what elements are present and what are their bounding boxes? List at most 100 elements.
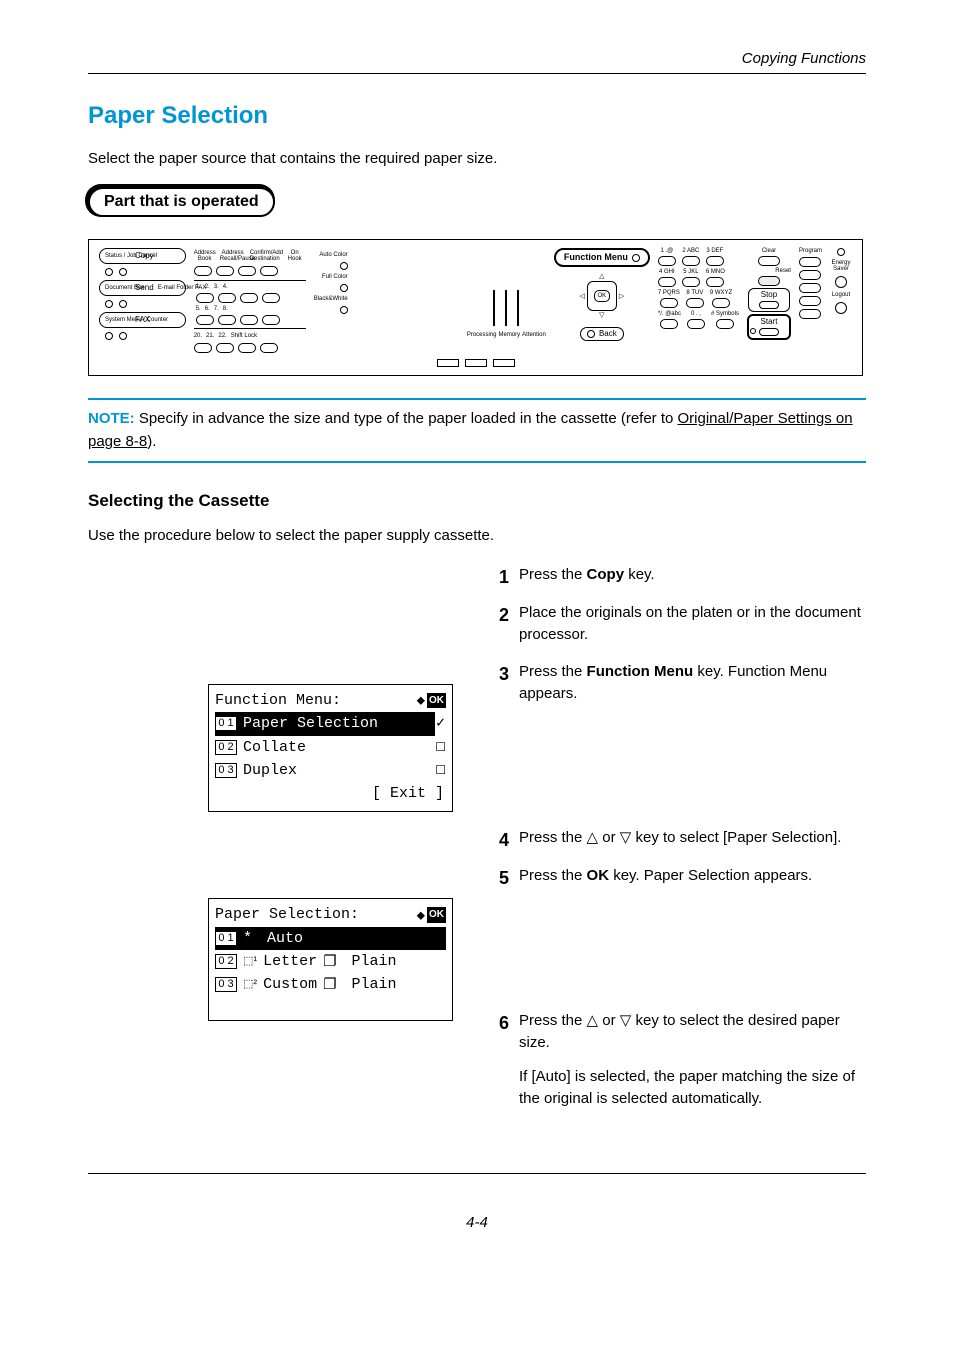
send-sub-label: E-mail Folder FAX (158, 285, 180, 291)
down-triangle-icon: ▽ (620, 829, 632, 846)
logout-icon (835, 302, 847, 314)
func-menu-label: Function Menu (564, 253, 628, 262)
bw-label: Black&White (314, 296, 348, 302)
cassette1-icon: ⬚¹ (243, 953, 257, 970)
note-label: NOTE: (88, 410, 135, 427)
status-cancel-box: Status / Job Cancel Copy (99, 248, 186, 264)
control-panel-illustration: Status / Job Cancel Copy Document Box Se… (88, 239, 863, 376)
note-text-b: ). (147, 433, 156, 450)
running-head: Copying Functions (88, 50, 866, 67)
step-4: Press the △ or ▽ key to select [Paper Se… (483, 827, 866, 849)
sysmenu-label: System Menu / Counter (105, 317, 131, 323)
lcd1-item2: Collate (243, 736, 429, 759)
lcd2-num1: 0 1 (215, 931, 237, 946)
addr-recall-label: Address Recall/Pause (220, 250, 246, 262)
paper-icon: ❐ (323, 973, 336, 996)
led-icon (119, 332, 127, 340)
step-2: Place the originals on the platen or in … (483, 602, 866, 646)
confirm-label: Confirm/Add Destination (250, 250, 280, 262)
back-label: Back (599, 330, 617, 338)
lcd-paper-selection: Paper Selection: ⬥ OK 0 1* Auto 0 2 ⬚¹Le… (208, 898, 453, 1021)
lcd2-item2b: Plain (343, 950, 397, 973)
sub-intro: Use the procedure below to select the pa… (88, 525, 866, 546)
step-5: Press the OK key. Paper Selection appear… (483, 865, 866, 887)
start-button: Start (747, 314, 791, 340)
top-rule (88, 73, 866, 74)
nav-ok-icon: ⬥ OK (417, 691, 446, 710)
intro-text: Select the paper source that contains th… (88, 148, 866, 169)
copy-key: Copy (587, 566, 625, 583)
lcd2-star: * (243, 927, 252, 950)
lcd1-exit: [ Exit ] (215, 782, 446, 805)
check-icon: ✓ (435, 712, 446, 735)
lcd1-item1: Paper Selection (243, 712, 429, 735)
stop-button: Stop (748, 288, 790, 312)
lcd1-title: Function Menu: (215, 689, 341, 712)
subhead: Selecting the Cassette (88, 491, 866, 511)
attention-label: Attention (522, 332, 546, 338)
energy-label: Energy Saver (830, 260, 852, 272)
lcd2-item3b: Plain (343, 973, 397, 996)
note-text-a: Specify in advance the size and type of … (135, 410, 678, 427)
panel-bottom-strip (99, 359, 852, 371)
func-menu-key: Function Menu (587, 663, 694, 680)
part-tab: Part that is operated (88, 187, 275, 217)
up-triangle-icon: △ (587, 829, 599, 846)
ok-key: OK (587, 867, 610, 884)
lcd1-num3: 0 3 (215, 763, 237, 778)
docbox-send-box: Document Box Send E-mail Folder FAX (99, 280, 186, 296)
full-color-label: Full Color (322, 274, 348, 280)
lcd2-item2a: Letter (263, 950, 317, 973)
lcd2-item1: Auto (258, 927, 446, 950)
power-icon (835, 276, 847, 288)
down-triangle-icon: ▽ (620, 1012, 632, 1029)
led-icon (105, 332, 113, 340)
cassette2-icon: ⬚² (243, 976, 257, 993)
lcd2-title: Paper Selection: (215, 903, 359, 926)
page-number: 4-4 (88, 1214, 866, 1231)
up-triangle-icon: △ (587, 1012, 599, 1029)
auto-color-label: Auto Color (319, 252, 347, 258)
nav-circle: △ ◁ OK ▷ ▽ (579, 273, 624, 319)
led-icon (105, 268, 113, 276)
step-6-note: If [Auto] is selected, the paper matchin… (519, 1068, 855, 1107)
led-icon (837, 248, 845, 256)
fax-label: FAX (135, 316, 150, 324)
copy-label: Copy (135, 252, 154, 260)
clear-label: Clear (762, 248, 776, 254)
unchecked-icon: ☐ (435, 738, 446, 757)
status-label: Status / Job Cancel (105, 253, 131, 259)
step-6: Press the △ or ▽ key to select the desir… (483, 1010, 866, 1109)
memory-label: Memory (499, 332, 521, 338)
led-icon (119, 268, 127, 276)
sysmenu-fax-box: System Menu / Counter FAX (99, 312, 186, 328)
part-tab-label: Part that is operated (88, 187, 275, 217)
send-label: Send (135, 284, 154, 292)
lcd2-num3: 0 3 (215, 977, 237, 992)
onhook-label: On Hook (284, 250, 306, 262)
led-icon (119, 300, 127, 308)
step-1: Press the Copy key. (483, 564, 866, 586)
note-block: NOTE: Specify in advance the size and ty… (88, 398, 866, 463)
lcd2-num2: 0 2 (215, 954, 237, 969)
function-menu-button: Function Menu (554, 248, 650, 267)
back-button: Back (580, 327, 624, 341)
page-title: Paper Selection (88, 102, 866, 130)
program-label: Program (799, 248, 822, 254)
reset-label: Reset (747, 268, 791, 274)
shift-label: Shift Lock (231, 333, 257, 339)
led-icon (340, 306, 348, 314)
paper-icon: ❐ (323, 950, 336, 973)
step-3: Press the Function Menu key. Function Me… (483, 661, 866, 705)
led-icon (105, 300, 113, 308)
logout-label: Logout (832, 292, 850, 298)
processing-label: Processing (467, 332, 497, 338)
lcd-function-menu: Function Menu: ⬥ OK 0 1 Paper Selection … (208, 684, 453, 812)
led-icon (340, 262, 348, 270)
lcd2-item3a: Custom (263, 973, 317, 996)
footer-rule (88, 1173, 866, 1174)
addr-book-label: Address Book (194, 250, 216, 262)
lcd1-num2: 0 2 (215, 740, 237, 755)
unchecked-icon: ☐ (435, 761, 446, 780)
led-icon (340, 284, 348, 292)
